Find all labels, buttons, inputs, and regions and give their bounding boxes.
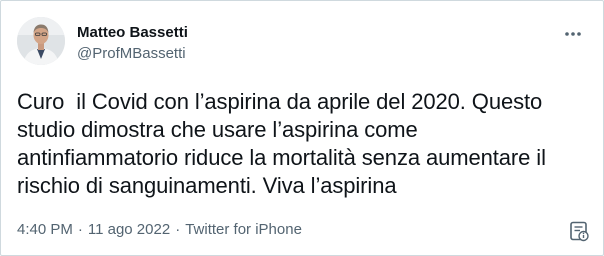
more-horizontal-icon [565, 32, 581, 36]
author-info[interactable]: Matteo Bassetti @ProfMBassetti [77, 23, 188, 63]
profile-photo-icon [17, 17, 65, 65]
tweet-source[interactable]: Twitter for iPhone [185, 221, 302, 239]
tweet-date[interactable]: 11 ago 2022 [88, 221, 170, 239]
meta-separator: · [175, 221, 181, 238]
tweet-text: Curo il Covid con l’aspirina da aprile d… [17, 89, 546, 198]
meta-separator: · [77, 221, 83, 238]
tweet-metadata: 4:40 PM · 11 ago 2022 · Twitter for iPho… [17, 221, 302, 239]
avatar[interactable] [17, 17, 65, 65]
tweet-info-icon [570, 221, 589, 242]
tweet-time[interactable]: 4:40 PM [17, 221, 73, 239]
author-display-name[interactable]: Matteo Bassetti [77, 23, 188, 42]
more-options-button[interactable] [559, 22, 587, 46]
tweet-card: Matteo Bassetti @ProfMBassetti Curo il C… [0, 0, 604, 256]
tweet-info-button[interactable] [567, 219, 591, 243]
author-handle[interactable]: @ProfMBassetti [77, 44, 188, 63]
